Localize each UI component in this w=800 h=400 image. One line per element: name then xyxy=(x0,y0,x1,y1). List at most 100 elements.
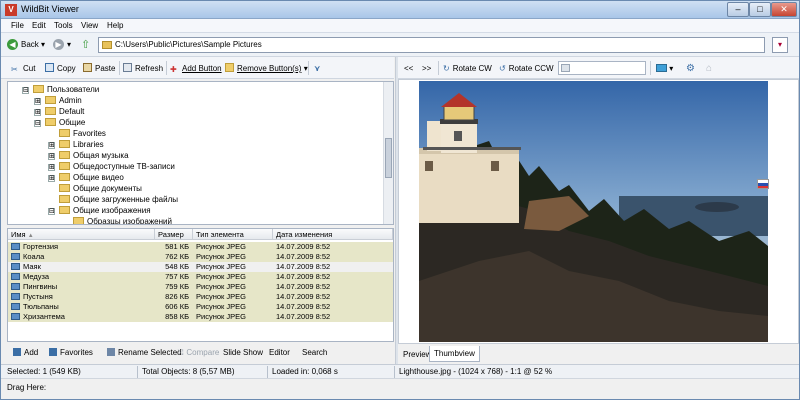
address-dropdown-button[interactable]: ▾ xyxy=(772,37,788,53)
file-row[interactable]: Коала 762 КБ Рисунок JPEG 14.07.2009 8:52 xyxy=(8,252,393,262)
maximize-button[interactable]: □ xyxy=(749,2,771,17)
paste-button[interactable]: Paste xyxy=(83,62,115,75)
tree-item[interactable]: ⊞ Общая музыка xyxy=(48,150,129,161)
file-name-label: Маяк xyxy=(23,262,41,271)
cut-button[interactable]: ✂ Cut xyxy=(11,62,35,75)
tree-scrollbar[interactable] xyxy=(383,82,393,224)
tree-expander-icon[interactable]: ⊟ xyxy=(48,208,55,215)
up-folder-icon[interactable]: ⇧ xyxy=(81,38,90,52)
toolbar-separator xyxy=(438,61,439,75)
tab-thumbview[interactable]: Thumbview xyxy=(429,346,480,362)
tree-item[interactable]: Образцы изображений xyxy=(62,216,172,224)
home-icon[interactable]: ⌂ xyxy=(706,62,712,75)
file-row[interactable]: Маяк 548 КБ Рисунок JPEG 14.07.2009 8:52 xyxy=(8,262,393,272)
tree-item[interactable]: Общие загруженные файлы xyxy=(48,194,178,205)
back-button[interactable]: ◀ Back ▾ xyxy=(7,38,45,52)
file-cell-type: Рисунок JPEG xyxy=(196,272,246,281)
column-header-type[interactable]: Тип элемента xyxy=(193,229,273,240)
cut-label: Cut xyxy=(23,64,36,73)
forward-button[interactable]: ▶ ▾ xyxy=(53,38,71,52)
address-input[interactable]: C:\Users\Public\Pictures\Sample Pictures xyxy=(98,37,765,53)
display-mode-button[interactable]: ▾ xyxy=(656,62,673,75)
close-button[interactable]: ✕ xyxy=(771,2,797,17)
image-file-icon xyxy=(11,313,20,320)
rename-selected-button[interactable]: Rename Selected xyxy=(107,348,182,357)
tree-item[interactable]: Общие документы xyxy=(48,183,142,194)
refresh-button[interactable]: Refresh xyxy=(123,62,163,75)
rotate-cw-button[interactable]: ↻ Rotate CW xyxy=(443,62,492,75)
tree-item[interactable]: ⊞ Default xyxy=(34,106,84,117)
add-button[interactable]: Add xyxy=(13,348,38,357)
viewer-toolbar: << >> ↻ Rotate CW ↺ Rotate CCW ▾ ⚙ ⌂ xyxy=(398,57,799,79)
tree-expander-icon[interactable]: ⊞ xyxy=(48,164,55,171)
address-bar: ◀ Back ▾ ▶ ▾ ⇧ C:\Users\Public\Pictures\Sa… xyxy=(1,33,799,57)
zoom-slider[interactable] xyxy=(558,61,646,75)
tree-item[interactable]: Favorites xyxy=(48,128,106,139)
tree-item[interactable]: ⊟ Пользователи xyxy=(22,84,99,95)
folder-tree[interactable]: ⊟ Пользователи ⊞ Admin ⊞ Default ⊟ Общие Favorit… xyxy=(7,81,394,225)
image-file-icon xyxy=(11,253,20,260)
slideshow-button[interactable]: Slide Show xyxy=(223,348,263,357)
menu-file[interactable]: File xyxy=(11,21,24,30)
file-row[interactable]: Гортензия 581 КБ Рисунок JPEG 14.07.2009 8:… xyxy=(8,242,393,252)
image-file-icon xyxy=(11,293,20,300)
compare-button[interactable]: ⤨ Compare xyxy=(177,348,219,358)
drag-area[interactable]: Drag Here: xyxy=(1,378,799,399)
tree-expander-icon[interactable]: ⊞ xyxy=(34,98,41,105)
folder-icon xyxy=(59,173,70,181)
image-preview[interactable] xyxy=(419,81,768,342)
settings-icon[interactable]: ⚙ xyxy=(686,62,695,75)
menu-help[interactable]: Help xyxy=(107,21,123,30)
copy-button[interactable]: Copy xyxy=(45,62,76,75)
menu-tools[interactable]: Tools xyxy=(54,21,73,30)
favorites-button[interactable]: Favorites xyxy=(49,348,93,357)
next-image-button[interactable]: >> xyxy=(422,62,431,75)
tree-item-label: Общие видео xyxy=(73,173,124,182)
add-button-button[interactable]: ✚ Add Button xyxy=(170,62,222,75)
app-window: V WildBit Viewer – □ ✕ File Edit Tools V… xyxy=(0,0,800,400)
tree-item[interactable]: ⊞ Общие видео xyxy=(48,172,124,183)
rename-label: Rename Selected xyxy=(118,348,182,357)
file-row[interactable]: Пингвины 759 КБ Рисунок JPEG 14.07.2009 8:5… xyxy=(8,282,393,292)
remove-button-button[interactable]: Remove Button(s) ▾ xyxy=(225,62,308,75)
editor-button[interactable]: Editor xyxy=(269,348,290,357)
tree-expander-icon[interactable]: ⊞ xyxy=(48,175,55,182)
rotate-ccw-button[interactable]: ↺ Rotate CCW xyxy=(499,62,554,75)
column-header-size[interactable]: Размер xyxy=(155,229,193,240)
tree-expander-icon[interactable]: ⊟ xyxy=(22,87,29,94)
tree-expander-icon[interactable]: ⊞ xyxy=(48,153,55,160)
file-name-label: Пингвины xyxy=(23,282,58,291)
menu-view[interactable]: View xyxy=(81,21,98,30)
slider-thumb[interactable] xyxy=(561,64,570,72)
tree-item[interactable]: ⊞ Libraries xyxy=(48,139,104,150)
file-cell-name: Тюльпаны xyxy=(11,302,151,312)
file-row[interactable]: Медуза 757 КБ Рисунок JPEG 14.07.2009 8:52 xyxy=(8,272,393,282)
file-row[interactable]: Хризантема 858 КБ Рисунок JPEG 14.07.2009 8… xyxy=(8,312,393,322)
compare-icon: ⤨ xyxy=(177,348,184,357)
image-file-icon xyxy=(11,283,20,290)
filter-icon[interactable]: ⋎ xyxy=(314,62,321,75)
tree-expander-icon[interactable]: ⊞ xyxy=(48,142,55,149)
language-flag-icon[interactable] xyxy=(757,179,769,189)
title-bar[interactable]: V WildBit Viewer – □ ✕ xyxy=(1,1,799,19)
file-row[interactable]: Тюльпаны 606 КБ Рисунок JPEG 14.07.2009 8:5… xyxy=(8,302,393,312)
tree-item-label: Favorites xyxy=(73,129,106,138)
scrollbar-thumb[interactable] xyxy=(385,138,392,178)
file-list[interactable]: Имя ▲ Размер Тип элемента Дата изменения… xyxy=(7,228,394,342)
tree-item[interactable]: ⊟ Общие xyxy=(34,117,85,128)
column-header-name[interactable]: Имя ▲ xyxy=(8,229,155,240)
search-button[interactable]: Search xyxy=(302,348,327,357)
tree-item[interactable]: ⊞ Admin xyxy=(34,95,82,106)
previous-image-button[interactable]: << xyxy=(404,62,413,75)
column-header-date[interactable]: Дата изменения xyxy=(273,229,393,240)
menu-edit[interactable]: Edit xyxy=(32,21,46,30)
tree-item-label: Admin xyxy=(59,96,82,105)
tree-expander-icon[interactable]: ⊟ xyxy=(34,120,41,127)
tree-item[interactable]: ⊞ Общедоступные ТВ-записи xyxy=(48,161,175,172)
file-row[interactable]: Пустыня 826 КБ Рисунок JPEG 14.07.2009 8:52 xyxy=(8,292,393,302)
tree-item[interactable]: ⊟ Общие изображения xyxy=(48,205,151,216)
scissors-icon: ✂ xyxy=(11,65,18,74)
tree-expander-icon[interactable]: ⊞ xyxy=(34,109,41,116)
minimize-button[interactable]: – xyxy=(727,2,749,17)
app-icon: V xyxy=(5,4,17,16)
